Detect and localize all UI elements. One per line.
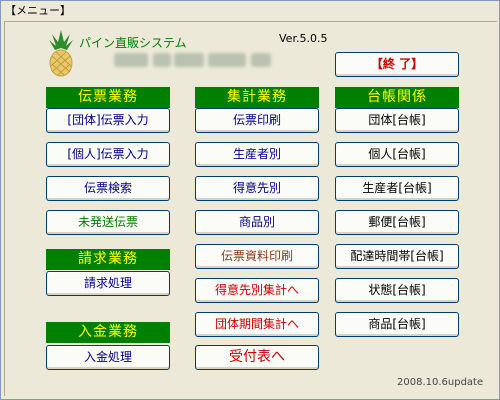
slip-search-button[interactable]: 伝票検索 [46,176,170,201]
reception-sheet-button[interactable]: 受付表へ [195,345,319,370]
status-ledger-button[interactable]: 状態[台帳] [335,278,459,303]
menu-window: 【メニュー】 パイン直販システム Ver.5.0.5 【終 了】 伝票業務 集計… [0,0,500,400]
delivery-time-ledger-button[interactable]: 配達時間帯[台帳] [335,244,459,269]
personal-slip-entry-button[interactable]: [個人]伝票入力 [46,142,170,167]
payment-process-button[interactable]: 入金処理 [46,345,170,370]
group-period-total-button[interactable]: 団体期間集計へ [195,312,319,337]
by-producer-button[interactable]: 生産者別 [195,142,319,167]
section-totals-header: 集計業務 [195,87,319,108]
app-name: パイン直販システム [79,36,187,50]
section-ledger-header: 台帳関係 [335,87,459,108]
corp-slip-entry-button[interactable]: [団体]伝票入力 [46,108,170,133]
version-label: Ver.5.0.5 [279,32,328,45]
section-billing-header: 請求業務 [46,249,170,270]
customer-total-button[interactable]: 得意先別集計へ [195,278,319,303]
group-ledger-button[interactable]: 団体[台帳] [335,108,459,133]
section-payment-header: 入金業務 [46,322,170,343]
unsent-slip-button[interactable]: 未発送伝票 [46,210,170,235]
exit-button[interactable]: 【終 了】 [335,52,459,77]
slip-print-button[interactable]: 伝票印刷 [195,108,319,133]
section-slip-header: 伝票業務 [46,87,170,108]
producer-ledger-button[interactable]: 生産者[台帳] [335,176,459,201]
slip-material-print-button[interactable]: 伝票資料印刷 [195,244,319,269]
postal-ledger-button[interactable]: 郵便[台帳] [335,210,459,235]
pineapple-logo-icon [46,28,76,78]
by-customer-button[interactable]: 得意先別 [195,176,319,201]
billing-process-button[interactable]: 請求処理 [46,271,170,296]
window-title: 【メニュー】 [1,1,499,21]
update-label: 2008.10.6update [397,377,484,388]
product-ledger-button[interactable]: 商品[台帳] [335,312,459,337]
by-product-button[interactable]: 商品別 [195,210,319,235]
personal-ledger-button[interactable]: 個人[台帳] [335,142,459,167]
